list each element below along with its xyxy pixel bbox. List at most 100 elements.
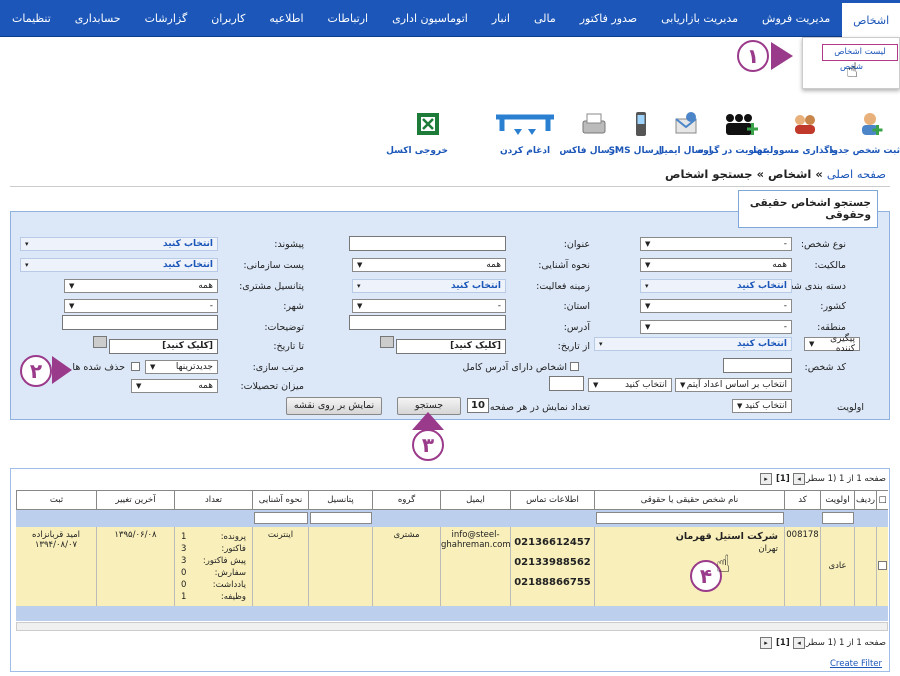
city-select[interactable]: - ▼ [64,299,218,313]
pager-last-icon[interactable]: ▸ [760,637,772,649]
col-last-change[interactable]: آخرین تغییر [96,491,174,511]
calendar-icon[interactable] [380,336,394,348]
row-name-link[interactable]: شرکت استیل قهرمان [595,531,778,542]
create-filter-link[interactable]: Create Filter [830,659,882,669]
col-registration[interactable]: ثبت [16,491,96,511]
nav-persons[interactable]: اشخاص [842,0,900,37]
nav-accounting[interactable]: حسابداری [63,0,133,36]
col-acquaint[interactable]: نحوه آشنایی [252,491,308,511]
send-sms-button[interactable]: ارسال SMS [609,108,662,156]
row-checkbox[interactable] [878,561,887,570]
region-label: منطقه: [817,322,846,333]
potential-select[interactable]: همه ▼ [64,279,218,293]
pager-first-icon[interactable]: ◂ [793,637,805,649]
person-type-select[interactable]: - ▼ [640,237,792,251]
pager-top: صفحه 1 از 1 (1 سطر) [802,474,886,484]
nav-office-automation[interactable]: اتوماسیون اداری [380,0,480,36]
item-count-input[interactable] [549,376,584,391]
activity-select[interactable]: انتخاب کنید ▾ [352,279,506,293]
from-date-input[interactable]: [کلیک کنید] [396,339,506,354]
excel-icon [411,108,445,140]
nav-settings[interactable]: تنظیمات [0,0,63,36]
row-priority: عادی [820,527,854,606]
page-title: جستجو اشخاص [665,167,753,181]
notes-input[interactable] [62,315,218,330]
nav-reports[interactable]: گزارشات [133,0,200,36]
chevron-down-icon: ▼ [357,302,363,310]
merge-icon [492,108,558,140]
person-code-input[interactable] [723,358,792,373]
excel-label: خروجی اکسل [386,146,448,156]
row-email-cell: info@steel- ghahreman.com [440,527,511,606]
dropdown-item-person-list[interactable]: لیست اشخاص [822,44,898,61]
select-all-checkbox[interactable]: □ [876,491,888,511]
nav-announcements[interactable]: اطلاعیه [257,0,315,36]
prefix-select[interactable]: انتخاب کنید ▾ [20,237,218,251]
col-name[interactable]: نام شخص حقیقی یا حقوقی [594,491,784,511]
col-potential[interactable]: پتانسیل [308,491,372,511]
send-email-button[interactable]: ارسال ایمیل [656,108,712,156]
nav-finance[interactable]: مالی [522,0,568,36]
nav-sales-management[interactable]: مدیریت فروش [750,0,842,36]
priority-select[interactable]: انتخاب کنید ▼ [732,399,792,413]
org-post-select[interactable]: انتخاب کنید ▾ [20,258,218,272]
to-date-input[interactable]: [کلیک کنید] [109,339,218,354]
merge-button[interactable]: ادغام کردن [488,108,562,156]
col-priority[interactable]: اولویت [820,491,854,511]
nav-invoice[interactable]: صدور فاکتور [568,0,649,36]
nav-users[interactable]: کاربران [199,0,257,36]
acquaint-select[interactable]: همه ▼ [352,258,506,272]
table-row[interactable]: عادی 008178 شرکت استیل قهرمان تهران 0213… [16,527,888,606]
col-email: ایمیل [440,491,510,511]
count-value: 3 [181,544,187,554]
nav-warehouse[interactable]: انبار [480,0,522,36]
chevron-down-icon: ▾ [25,261,29,269]
horizontal-scrollbar[interactable] [16,622,888,631]
sort-select[interactable]: جدیدترینها ▼ [145,360,218,374]
education-select[interactable]: همه ▼ [131,379,218,393]
breadcrumb-section[interactable]: اشخاص [768,167,811,181]
excel-export-button[interactable]: خروجی اکسل [386,108,448,156]
assign-responsibility-button[interactable]: واگذاری مسوولیتها [753,108,838,156]
pager-last-icon[interactable]: ▸ [760,473,772,485]
education-label: میزان تحصیلات: [240,381,304,392]
filter-priority-input[interactable] [822,512,854,524]
select-by-item-select[interactable]: انتخاب بر اساس اعداد آیتم ▼ [675,378,792,392]
count-value: 3 [181,556,187,566]
followup-person-select[interactable]: انتخاب کنید ▾ [594,337,792,351]
region-select[interactable]: - ▼ [640,320,792,334]
country-select[interactable]: - ▼ [640,299,792,313]
item-choose-select[interactable]: انتخاب کنید ▼ [588,378,672,392]
province-label: استان: [563,301,590,312]
nav-marketing-management[interactable]: مدیریت بازاریابی [649,0,750,36]
breadcrumb-home[interactable]: صفحه اصلی [827,167,886,181]
pager-first-icon[interactable]: ◂ [793,473,805,485]
add-person-button[interactable]: ثبت شخص جدید [829,108,900,156]
province-select[interactable]: - ▼ [352,299,506,313]
filter-potential-input[interactable] [310,512,372,524]
chevron-down-icon: ▼ [593,381,599,389]
col-row: ردیف [854,491,876,511]
followup-select[interactable]: پیگیری کننده ▼ [804,334,860,354]
nav-communications[interactable]: ارتباطات [316,0,381,36]
title-input[interactable] [349,236,506,251]
filter-name-input[interactable] [596,512,784,524]
address-input[interactable] [349,315,506,330]
filter-acquaint-input[interactable] [254,512,308,524]
activity-label: زمینه فعالیت: [536,281,590,292]
deleted-checkbox[interactable] [131,362,140,371]
pager-page-number[interactable]: [1] [776,638,790,648]
category-select[interactable]: انتخاب کنید ▾ [640,279,792,293]
calendar-icon[interactable] [93,336,107,348]
ownership-select[interactable]: همه ▼ [640,258,792,272]
show-on-map-button[interactable]: نمایش بر روی نقشه [286,397,382,415]
col-code[interactable]: کد [784,491,820,511]
chevron-down-icon: ▼ [150,363,156,371]
send-fax-button[interactable]: ارسال فاکس [559,108,618,156]
callout-1: ۱ [737,40,769,72]
per-page-input[interactable]: 10 [467,398,489,413]
toolbar: ثبت شخص جدید واگذاری مسوولیتها عضویت در … [386,108,900,164]
full-address-checkbox[interactable] [570,362,579,371]
group-membership-button[interactable]: عضویت در گروه [698,108,769,156]
pager-page-number[interactable]: [1] [776,474,790,484]
